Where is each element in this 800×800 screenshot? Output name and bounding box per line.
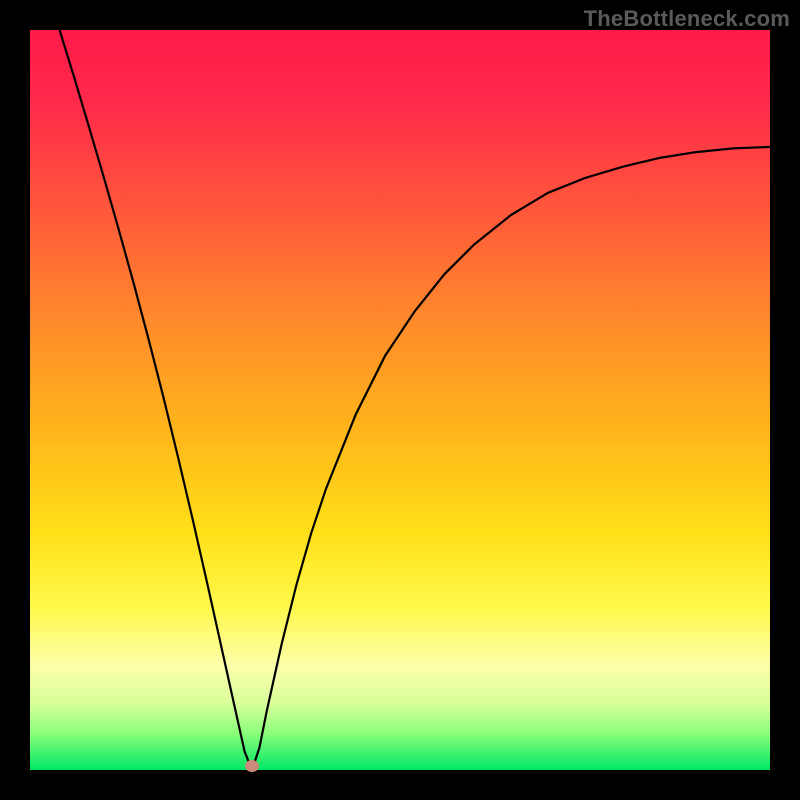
chart-frame: TheBottleneck.com <box>0 0 800 800</box>
plot-area <box>30 30 770 770</box>
chart-svg <box>30 30 770 770</box>
watermark-text: TheBottleneck.com <box>584 6 790 32</box>
min-point-marker <box>245 760 259 772</box>
bottleneck-curve <box>60 30 770 770</box>
